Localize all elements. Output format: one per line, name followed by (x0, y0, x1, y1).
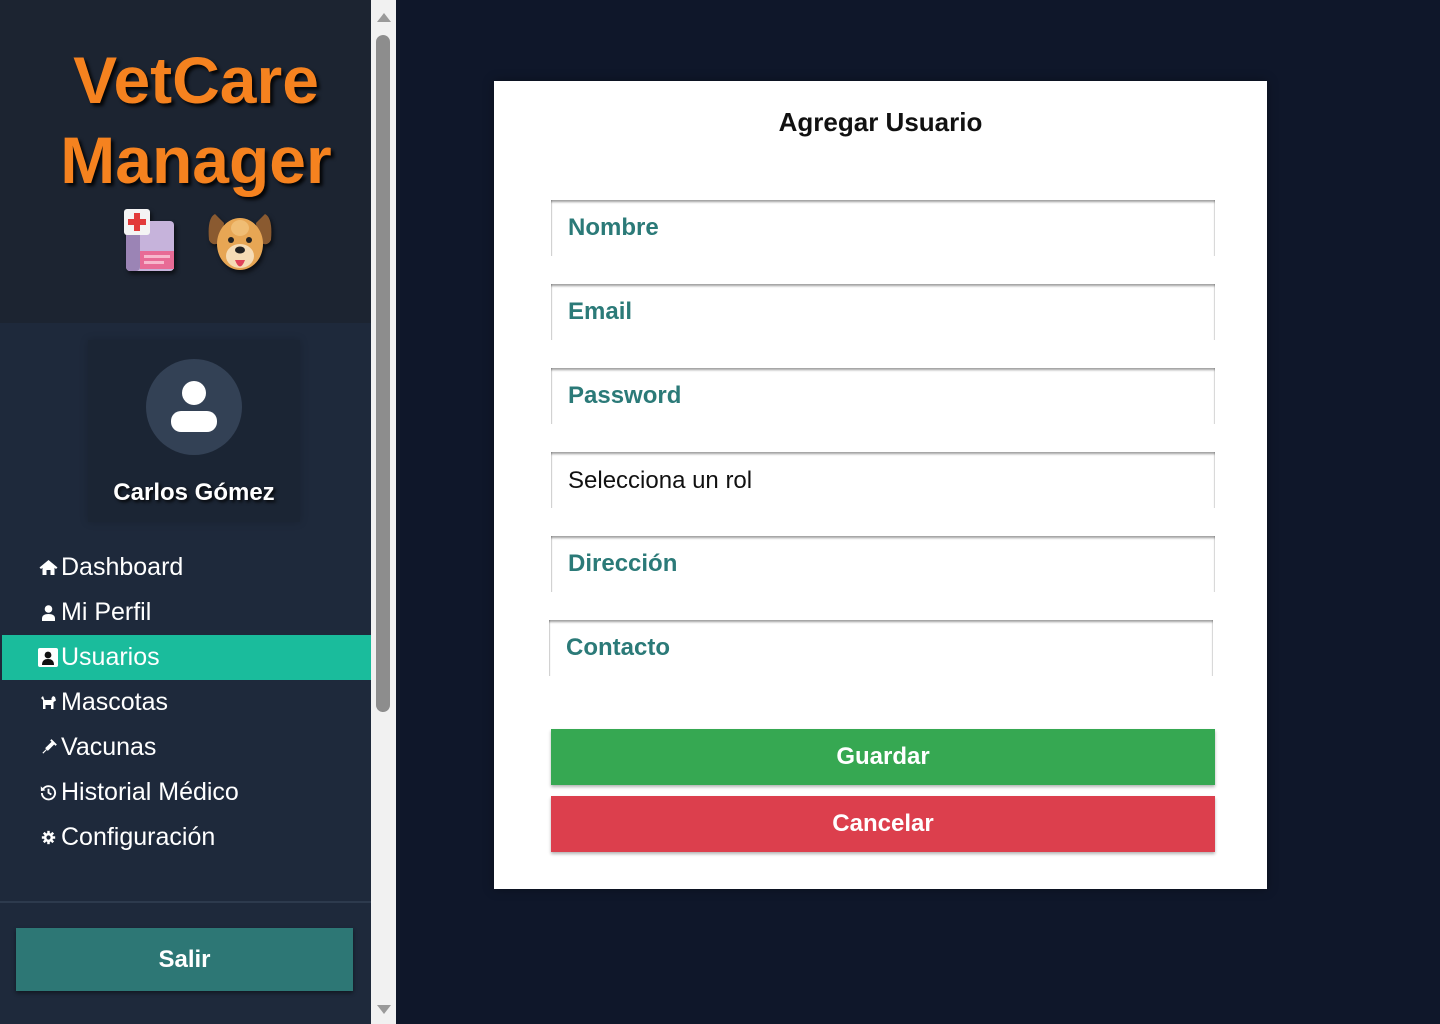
scrollbar-thumb[interactable] (376, 35, 390, 712)
sidebar-item-mascotas[interactable]: Mascotas (2, 680, 371, 725)
sidebar-item-label: Mascotas (61, 688, 168, 716)
brand-line-2: Manager (60, 123, 332, 197)
user-icon (37, 603, 59, 623)
sidebar-divider (0, 901, 371, 903)
dog-face-icon (207, 210, 273, 279)
email-input[interactable] (551, 284, 1215, 340)
role-select[interactable]: Selecciona un rol (551, 452, 1215, 508)
dog-icon (37, 693, 59, 713)
syringe-icon (37, 738, 59, 758)
sidebar: VetCare Manager Carlos Gómez Dashboard M… (0, 0, 371, 1024)
sidebar-item-label: Historial Médico (61, 778, 239, 806)
sidebar-item-label: Dashboard (61, 553, 184, 581)
sidebar-item-configuracion[interactable]: Configuración (2, 815, 371, 860)
password-input[interactable] (551, 368, 1215, 424)
scroll-down-arrow-icon[interactable] (376, 1003, 391, 1015)
name-input[interactable] (551, 200, 1215, 256)
sidebar-item-dashboard[interactable]: Dashboard (2, 545, 371, 590)
gear-icon (37, 828, 59, 848)
sidebar-nav: Dashboard Mi Perfil Usuarios Mascotas Va… (2, 545, 371, 860)
scroll-up-arrow-icon[interactable] (376, 11, 391, 23)
sidebar-item-label: Mi Perfil (61, 598, 152, 626)
sidebar-item-mi-perfil[interactable]: Mi Perfil (2, 590, 371, 635)
add-user-form: Agregar Usuario Selecciona un rol Guarda… (494, 81, 1267, 889)
sidebar-item-label: Vacunas (61, 733, 157, 761)
form-title: Agregar Usuario (778, 107, 983, 137)
sidebar-scrollbar[interactable] (371, 0, 396, 1024)
app-logo: VetCare Manager (0, 40, 371, 200)
avatar (146, 359, 242, 455)
cancel-button[interactable]: Cancelar (551, 796, 1215, 852)
sidebar-item-vacunas[interactable]: Vacunas (2, 725, 371, 770)
save-button[interactable]: Guardar (551, 729, 1215, 785)
id-badge-icon (37, 648, 59, 668)
brand-line-1: VetCare (73, 43, 319, 117)
sidebar-item-historial-medico[interactable]: Historial Médico (2, 770, 371, 815)
address-input[interactable] (551, 536, 1215, 592)
medical-record-icon (122, 207, 178, 278)
sidebar-item-label: Configuración (61, 823, 216, 851)
home-icon (37, 558, 59, 578)
contact-input[interactable] (549, 620, 1213, 676)
logout-button[interactable]: Salir (16, 928, 353, 991)
sidebar-item-label: Usuarios (61, 643, 160, 671)
profile-name: Carlos Gómez (113, 479, 275, 506)
history-icon (37, 783, 59, 803)
user-icon (171, 381, 217, 432)
sidebar-item-usuarios[interactable]: Usuarios (2, 635, 371, 680)
